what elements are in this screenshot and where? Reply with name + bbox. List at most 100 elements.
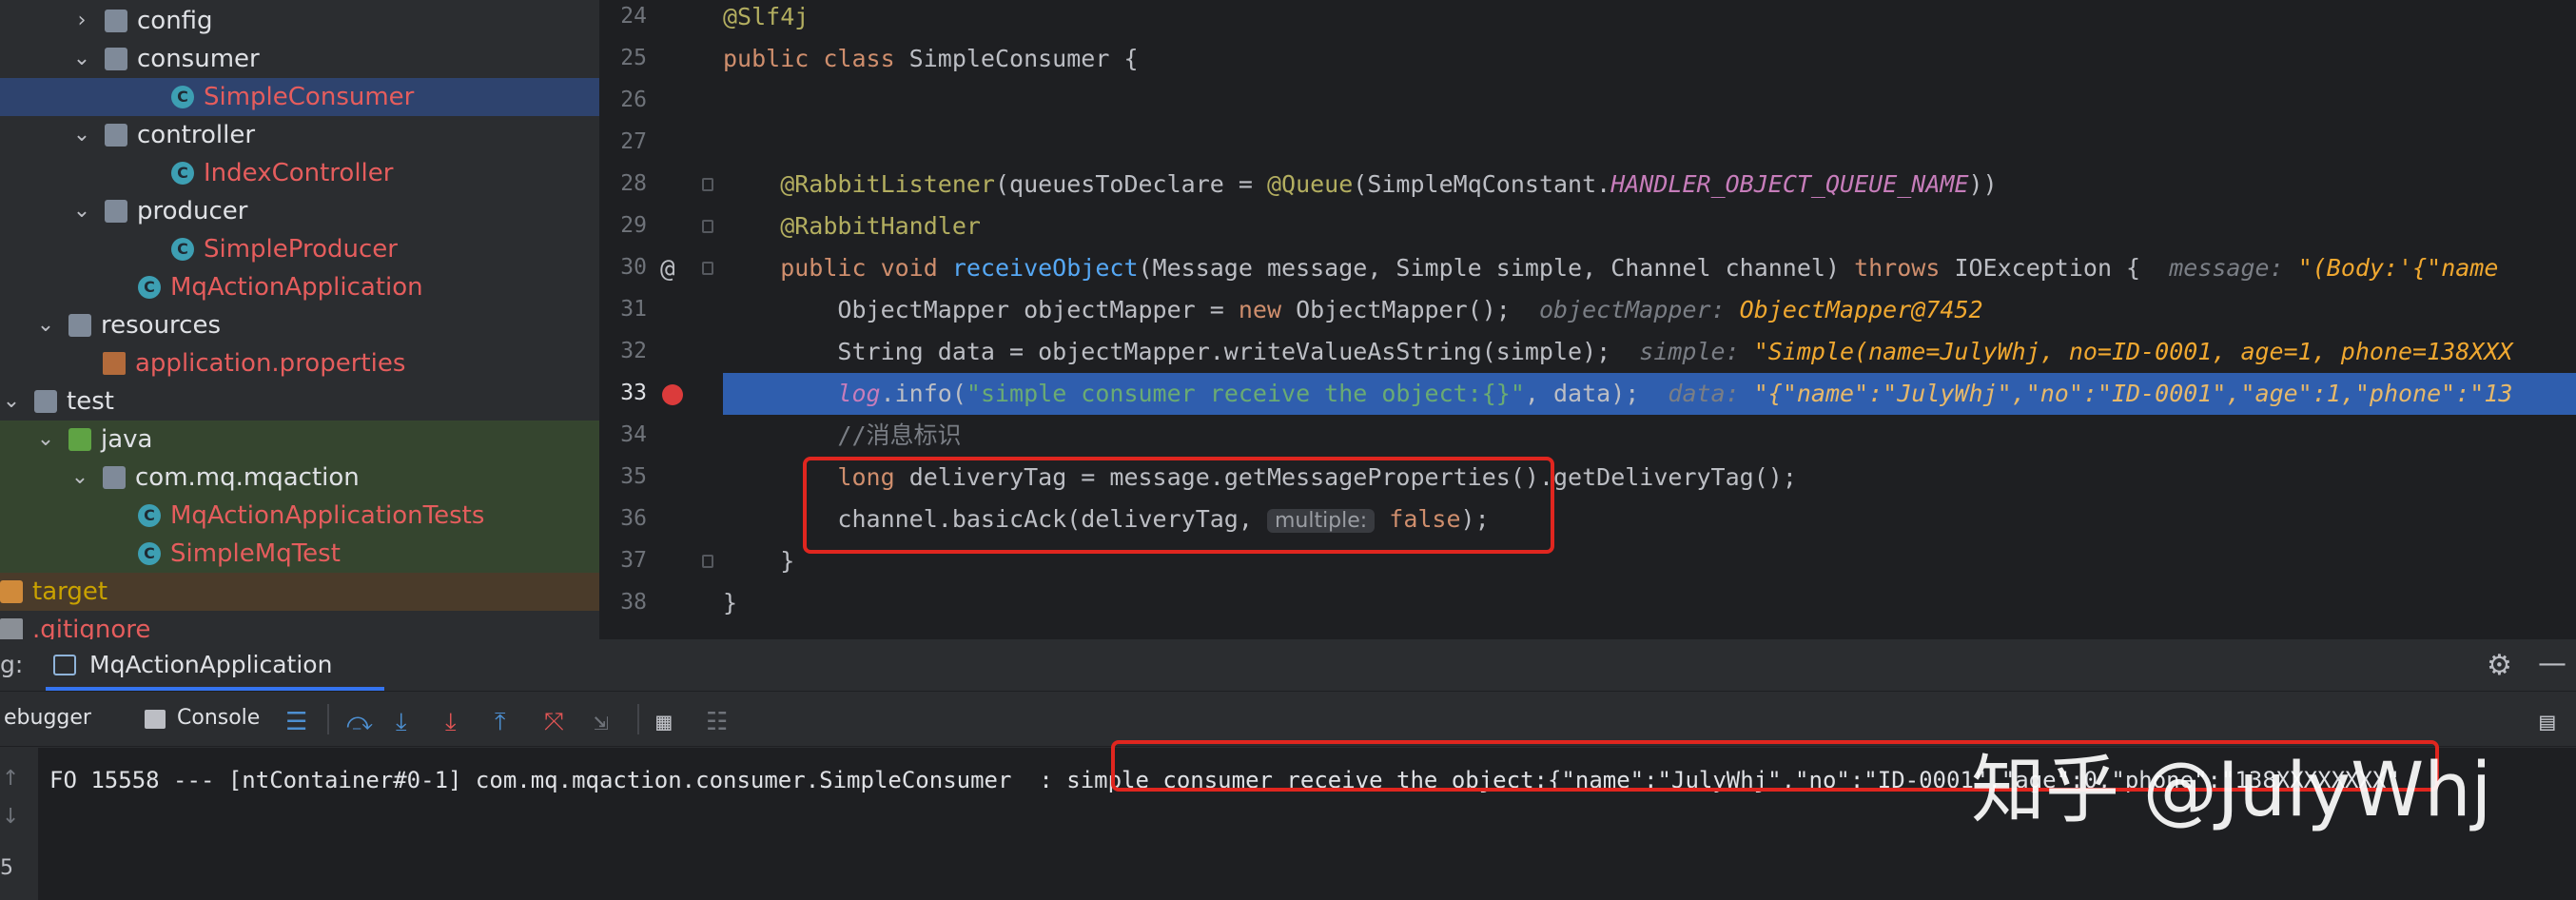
- line-number[interactable]: 36: [601, 506, 647, 531]
- code-token: "{"name":"JulyWhj","no":"ID-0001","age":…: [1753, 380, 2513, 407]
- override-marker-icon[interactable]: @: [660, 255, 675, 284]
- console-side-bar: ↑ ↓ 5: [0, 748, 38, 900]
- code-token: public class: [723, 45, 909, 72]
- line-number[interactable]: 35: [601, 464, 647, 489]
- breakpoint-icon[interactable]: [662, 384, 683, 405]
- chevron-down-icon[interactable]: ⌄: [34, 306, 57, 344]
- chevron-down-icon[interactable]: ⌄: [70, 40, 93, 78]
- line-number[interactable]: 29: [601, 213, 647, 238]
- line-number[interactable]: 32: [601, 339, 647, 363]
- line-number[interactable]: 31: [601, 297, 647, 322]
- tab-debugger[interactable]: ebugger: [4, 706, 91, 730]
- code-token: public void: [723, 254, 952, 282]
- code-token: , data);: [1524, 380, 1669, 407]
- force-step-into-icon[interactable]: ⤓: [445, 708, 457, 737]
- code-token: data:: [1668, 380, 1754, 407]
- tree-item[interactable]: ⌄ consumer: [0, 40, 599, 78]
- code-token: IOException {: [1954, 254, 2170, 282]
- line-number[interactable]: 38: [601, 590, 647, 615]
- code-token: ObjectMapper objectMapper =: [723, 296, 1239, 323]
- run-config-tab[interactable]: MqActionApplication: [89, 651, 332, 678]
- tree-item[interactable]: ⌄ resources: [0, 306, 599, 344]
- tree-item-label: consumer: [137, 45, 260, 73]
- code-line: @RabbitHandler: [723, 205, 2576, 247]
- folder-icon: [105, 10, 127, 32]
- code-line: public class SimpleConsumer {: [723, 38, 2576, 80]
- tree-item-label: config: [137, 7, 213, 35]
- fold-marker-icon[interactable]: [702, 178, 713, 191]
- code-editor[interactable]: 24 25 26 27 28 29 30 31 32 33 34 35 36 37 38 @ @Slf4j pu…: [601, 0, 2576, 639]
- evaluate-icon[interactable]: ▦: [656, 708, 672, 736]
- properties-file-icon: [103, 352, 126, 375]
- tree-item[interactable]: C SimpleMqTest: [0, 535, 599, 573]
- tree-item[interactable]: C MqActionApplicationTests: [0, 497, 599, 535]
- tree-item[interactable]: ⌄ com.mq.mqaction: [0, 459, 599, 497]
- chevron-down-icon[interactable]: ⌄: [68, 459, 91, 497]
- tree-item[interactable]: C IndexController: [0, 154, 599, 192]
- trace-icon[interactable]: ☷: [706, 708, 728, 736]
- tree-item[interactable]: C SimpleConsumer: [0, 78, 599, 116]
- tree-item-label: .gitignore: [32, 616, 151, 639]
- chevron-down-icon[interactable]: ⌄: [70, 192, 93, 230]
- step-over-icon[interactable]: ⤼: [346, 708, 373, 737]
- line-number[interactable]: 26: [601, 88, 647, 112]
- code-token: String data = objectMapper.writeValueAsS…: [723, 338, 1640, 365]
- tree-item-label: SimpleMqTest: [170, 539, 341, 568]
- folder-icon: [34, 390, 57, 413]
- run-to-cursor-icon[interactable]: ⇲: [594, 708, 609, 736]
- tree-item[interactable]: ⌄ controller: [0, 116, 599, 154]
- code-line: }: [723, 582, 2576, 624]
- java-class-icon: C: [138, 276, 161, 299]
- chevron-down-icon[interactable]: ⌄: [0, 382, 23, 421]
- tree-item[interactable]: ⌄ test: [0, 382, 599, 421]
- line-number[interactable]: 24: [601, 4, 647, 29]
- tree-item-label: java: [101, 425, 153, 454]
- tree-item[interactable]: target: [0, 573, 599, 611]
- tree-item[interactable]: › config: [0, 2, 599, 40]
- source-folder-icon: [68, 428, 91, 451]
- code-token: "Simple(name=JulyWhj, no=ID-0001, age=1,…: [1753, 338, 2513, 365]
- up-arrow-icon[interactable]: ↑: [2, 767, 19, 791]
- tree-item-label: producer: [137, 197, 248, 225]
- line-number[interactable]: 30: [601, 255, 647, 280]
- gear-icon[interactable]: ⚙: [2487, 649, 2512, 682]
- step-into-icon[interactable]: ⤓: [396, 708, 407, 737]
- line-number[interactable]: 27: [601, 129, 647, 154]
- tree-item[interactable]: ⌄ java: [0, 421, 599, 459]
- code-token: message:: [2169, 254, 2298, 282]
- folder-icon: [105, 124, 127, 147]
- chevron-down-icon[interactable]: ⌄: [70, 116, 93, 154]
- step-out-icon[interactable]: ⤒: [495, 708, 506, 737]
- tree-item-label: IndexController: [204, 159, 394, 187]
- tree-item[interactable]: ⌄ producer: [0, 192, 599, 230]
- drop-frame-icon[interactable]: ⤧: [544, 708, 564, 737]
- folder-icon: [105, 200, 127, 223]
- chevron-down-icon[interactable]: ⌄: [34, 421, 57, 459]
- fold-marker-icon[interactable]: [702, 262, 713, 275]
- minimize-icon[interactable]: —: [2538, 647, 2566, 680]
- tree-item[interactable]: C SimpleProducer: [0, 230, 599, 268]
- layout-icon[interactable]: ▤: [2540, 708, 2555, 736]
- line-number[interactable]: 37: [601, 548, 647, 573]
- tree-item[interactable]: C MqActionApplication: [0, 268, 599, 306]
- line-number[interactable]: 25: [601, 46, 647, 70]
- down-arrow-icon[interactable]: ↓: [2, 805, 19, 829]
- code-token: ObjectMapper();: [1296, 296, 1539, 323]
- line-number[interactable]: 28: [601, 171, 647, 196]
- tree-item[interactable]: application.properties: [0, 344, 599, 382]
- java-class-icon: C: [171, 238, 194, 261]
- debug-header: g: MqActionApplication ⚙ —: [0, 641, 2576, 692]
- tree-item-label: controller: [137, 121, 256, 149]
- fold-marker-icon[interactable]: [702, 555, 713, 568]
- tree-item-label: com.mq.mqaction: [135, 463, 360, 492]
- run-config-tab-underline: [46, 687, 384, 691]
- code-line: String data = objectMapper.writeValueAsS…: [723, 331, 2576, 373]
- tree-item[interactable]: .gitignore: [0, 611, 599, 639]
- chevron-right-icon[interactable]: ›: [70, 2, 93, 40]
- menu-icon[interactable]: ☰: [285, 708, 307, 736]
- tab-console[interactable]: Console: [177, 706, 260, 730]
- fold-marker-icon[interactable]: [702, 220, 713, 233]
- file-icon: [0, 618, 23, 639]
- line-number[interactable]: 33: [601, 381, 647, 405]
- line-number[interactable]: 34: [601, 422, 647, 447]
